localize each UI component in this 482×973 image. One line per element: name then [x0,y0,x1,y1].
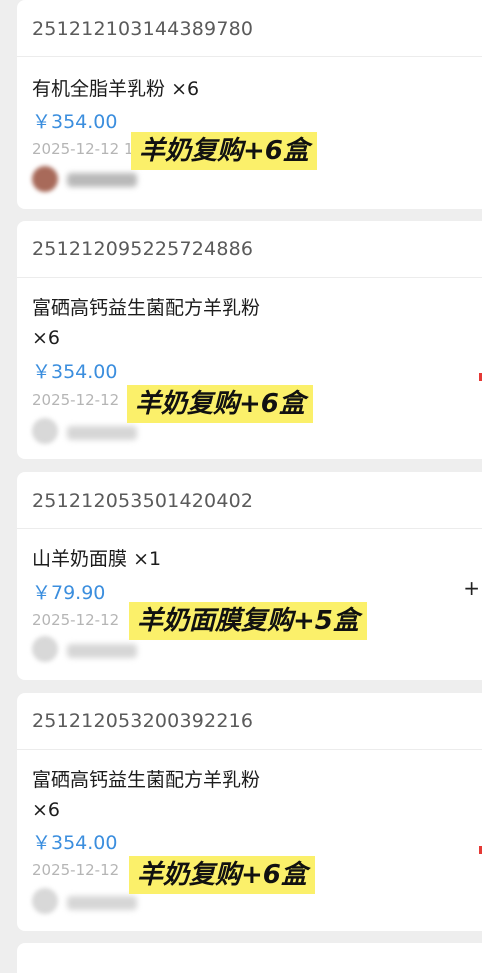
repurchase-badge: 羊奶复购+6盒 [127,385,313,423]
order-date: 2025-12-12 [32,861,120,879]
buyer-avatar [32,418,58,444]
divider [17,528,482,529]
product-name: 富硒高钙益生菌配方羊乳粉 [32,297,261,319]
product-name: 富硒高钙益生菌配方羊乳粉 [32,769,261,791]
product-price: ￥354.00 [32,832,118,854]
buyer-name-blurred [67,173,137,187]
divider [17,56,482,57]
order-card[interactable]: 251212053200392216 富硒高钙益生菌配方羊乳粉 ×6 ￥354.… [17,693,482,931]
buyer-name-blurred [67,644,137,658]
order-card[interactable]: 251212103144389780 有机全脂羊乳粉 ×6 ￥354.00 20… [17,0,482,209]
buyer-avatar [32,636,58,662]
order-number: 251212103144389780 [32,18,254,40]
product-quantity: ×6 [171,78,200,100]
repurchase-badge: 羊奶面膜复购+5盒 [129,602,367,640]
repurchase-badge: 羊奶复购+6盒 [131,132,317,170]
order-card[interactable]: 251212095225724886 富硒高钙益生菌配方羊乳粉 ×6 ￥354.… [17,221,482,459]
divider [17,749,482,750]
buyer-avatar [32,166,58,192]
product-price: ￥354.00 [32,361,118,383]
buyer-avatar [32,888,58,914]
product-title[interactable]: 富硒高钙益生菌配方羊乳粉 ×6 [32,765,332,825]
product-name: 山羊奶面膜 [32,548,128,570]
product-quantity: ×6 [32,799,61,821]
divider [17,277,482,278]
order-card[interactable]: 251212053501420402 山羊奶面膜 ×1 ￥79.90 2025-… [17,472,482,680]
order-date: 2025-12-12 1 [32,140,134,158]
order-number: 251212053501420402 [32,490,254,512]
product-title[interactable]: 山羊奶面膜 ×1 [32,544,332,574]
product-quantity: ×1 [133,548,162,570]
order-number: 251212053200392216 [32,710,254,732]
order-date: 2025-12-12 [32,611,120,629]
product-quantity: ×6 [32,327,61,349]
repurchase-badge: 羊奶复购+6盒 [129,856,315,894]
product-price: ￥354.00 [32,111,118,133]
order-number: 251212095225724886 [32,238,254,260]
quantity-adjust-mark[interactable]: + [463,576,480,600]
order-date: 2025-12-12 [32,391,120,409]
product-title[interactable]: 有机全脂羊乳粉 ×6 [32,74,332,104]
product-price: ￥79.90 [32,582,106,604]
order-card-partial[interactable] [17,943,482,973]
product-name: 有机全脂羊乳粉 [32,78,166,100]
buyer-name-blurred [67,426,137,440]
product-title[interactable]: 富硒高钙益生菌配方羊乳粉 ×6 [32,293,332,353]
buyer-name-blurred [67,896,137,910]
